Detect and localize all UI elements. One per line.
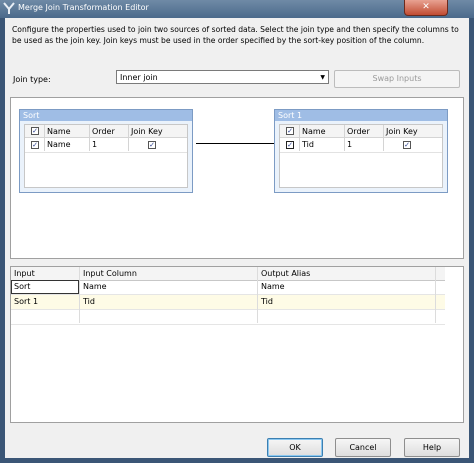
input-table-title: Sort xyxy=(20,110,192,121)
column-header-name: Name xyxy=(47,127,71,136)
column-divider xyxy=(44,125,45,151)
table-row[interactable]: ✓ Name 1 ✓ xyxy=(25,138,187,153)
input-table-sort[interactable]: Sort ✓ Name Order Join Key ✓ Name 1 ✓ xyxy=(19,109,193,193)
row-input[interactable]: Sort 1 xyxy=(14,297,38,306)
column-divider xyxy=(257,267,258,323)
column-divider xyxy=(383,125,384,151)
join-key-checkbox[interactable]: ✓ xyxy=(403,141,411,149)
column-order: 1 xyxy=(92,140,98,149)
column-header-order: Order xyxy=(92,127,115,136)
chevron-down-icon[interactable]: ▼ xyxy=(320,74,325,81)
join-link-line[interactable] xyxy=(196,143,277,144)
grid-header: ✓ Name Order Join Key xyxy=(25,125,187,138)
column-order: 1 xyxy=(347,140,353,149)
title-bar[interactable]: Merge Join Transformation Editor ✕ xyxy=(0,0,474,18)
table-row[interactable]: Sort 1 Tid Tid xyxy=(11,295,445,310)
column-select-checkbox[interactable]: ✓ xyxy=(286,141,294,149)
join-type-value: Inner join xyxy=(120,73,158,82)
column-divider xyxy=(79,267,80,323)
output-columns-grid: Input Input Column Output Alias Sort Nam… xyxy=(10,266,464,423)
join-key-checkbox[interactable]: ✓ xyxy=(148,141,156,149)
column-header-name: Name xyxy=(302,127,326,136)
column-divider xyxy=(344,125,345,151)
window-frame-right xyxy=(469,18,474,463)
column-divider xyxy=(299,125,300,151)
column-name: Tid xyxy=(302,140,314,149)
column-header-join-key: Join Key xyxy=(131,127,163,136)
input-table-sort-1[interactable]: Sort 1 ✓ Name Order Join Key ✓ Tid 1 ✓ xyxy=(274,109,448,193)
join-design-canvas: Sort ✓ Name Order Join Key ✓ Name 1 ✓ So… xyxy=(10,97,464,259)
cancel-button[interactable]: Cancel xyxy=(335,438,391,457)
column-header-join-key: Join Key xyxy=(386,127,418,136)
close-button[interactable]: ✕ xyxy=(404,0,448,16)
output-grid-header: Input Input Column Output Alias xyxy=(11,267,445,281)
column-header-order: Order xyxy=(347,127,370,136)
row-input-column[interactable]: Tid xyxy=(83,297,95,306)
column-select-checkbox[interactable]: ✓ xyxy=(31,141,39,149)
help-button[interactable]: Help xyxy=(404,438,460,457)
header-input-column: Input Column xyxy=(83,269,137,278)
select-all-checkbox[interactable]: ✓ xyxy=(286,127,294,135)
ok-button[interactable]: OK xyxy=(267,438,323,457)
input-cell-editor[interactable] xyxy=(11,280,79,294)
grid-header: ✓ Name Order Join Key xyxy=(280,125,442,138)
column-divider xyxy=(89,125,90,151)
row-output-alias[interactable]: Tid xyxy=(261,297,273,306)
column-divider xyxy=(128,125,129,151)
join-type-label: Join type: xyxy=(13,75,51,84)
column-name: Name xyxy=(47,140,71,149)
input-table-title: Sort 1 xyxy=(275,110,447,121)
table-row[interactable]: ✓ Tid 1 ✓ xyxy=(280,138,442,153)
header-output-alias: Output Alias xyxy=(261,269,311,278)
join-type-select[interactable]: Inner join ▼ xyxy=(116,70,329,84)
select-all-checkbox[interactable]: ✓ xyxy=(31,127,39,135)
column-divider xyxy=(435,267,436,323)
row-input-column[interactable]: Name xyxy=(83,282,107,291)
merge-join-icon xyxy=(3,2,15,14)
input-columns-grid: ✓ Name Order Join Key ✓ Name 1 ✓ xyxy=(24,124,188,188)
table-row-empty[interactable] xyxy=(11,310,445,325)
window-title: Merge Join Transformation Editor xyxy=(18,3,149,12)
header-input: Input xyxy=(14,269,35,278)
input-columns-grid: ✓ Name Order Join Key ✓ Tid 1 ✓ xyxy=(279,124,443,188)
window-frame-bottom xyxy=(0,458,474,463)
row-output-alias[interactable]: Name xyxy=(261,282,285,291)
swap-inputs-button[interactable]: Swap Inputs xyxy=(334,70,460,88)
description-text: Configure the properties used to join tw… xyxy=(12,25,459,45)
